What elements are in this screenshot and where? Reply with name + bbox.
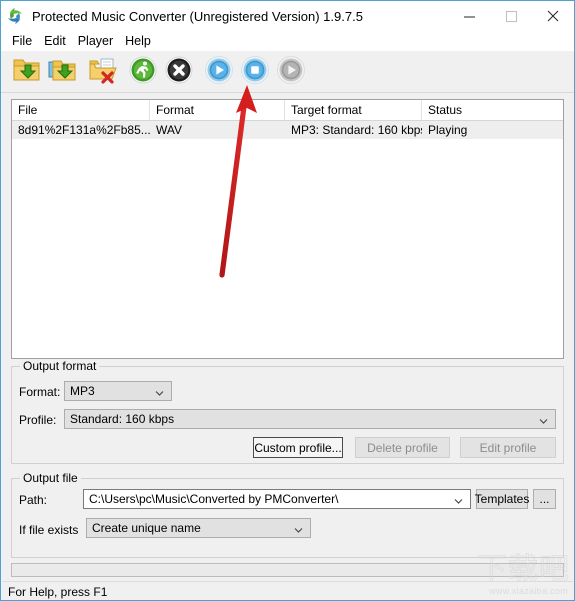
browse-path-button[interactable]: ... [533,489,556,509]
column-header-status[interactable]: Status [422,100,563,120]
if-file-exists-label: If file exists [19,523,79,537]
stop-playback-button[interactable] [237,55,273,89]
custom-profile-button[interactable]: Custom profile... [253,437,343,458]
play-icon [204,55,234,88]
remove-files-icon [88,56,118,87]
menu-item-player[interactable]: Player [75,32,122,50]
play-disabled-icon [276,55,306,88]
remove-files-button[interactable] [85,55,121,89]
stop-playback-icon [240,55,270,88]
column-header-format[interactable]: Format [150,100,285,120]
format-combo-value: MP3 [70,384,95,398]
if-file-exists-value: Create unique name [92,521,201,535]
file-list-header: File Format Target format Status [12,100,563,121]
chevron-down-icon [294,524,303,533]
status-bar: For Help, press F1 [2,581,573,600]
window-controls [448,1,574,31]
cell-target-format: MP3: Standard: 160 kbps [291,123,422,137]
templates-button[interactable]: Templates [475,489,529,509]
start-conversion-button[interactable] [125,55,161,89]
column-header-target-format[interactable]: Target format [285,100,422,120]
title-bar: Protected Music Converter (Unregistered … [1,1,574,31]
cell-format: WAV [156,123,182,137]
path-combo[interactable]: C:\Users\pc\Music\Converted by PMConvert… [83,489,471,509]
play-button[interactable] [201,55,237,89]
add-folder-button[interactable] [45,55,81,89]
chevron-down-icon [155,387,164,396]
menu-item-edit[interactable]: Edit [41,32,75,50]
app-swirl-icon [6,7,24,25]
close-button[interactable] [532,1,574,31]
cell-file: 8d91%2F131a%2Fb85... [18,123,150,137]
toolbar [1,51,574,93]
if-file-exists-combo[interactable]: Create unique name [86,518,311,538]
play-disabled-button [273,55,309,89]
add-files-button[interactable] [9,55,45,89]
profile-label: Profile: [19,413,57,427]
cell-status: Playing [428,123,468,137]
window-title: Protected Music Converter (Unregistered … [32,8,363,24]
format-combo[interactable]: MP3 [64,381,172,401]
profile-combo-value: Standard: 160 kbps [70,412,175,426]
minimize-button[interactable] [448,1,490,31]
chevron-down-icon[interactable] [454,495,463,504]
output-format-group-title: Output format [20,359,100,373]
edit-profile-button: Edit profile [460,437,556,458]
menu-item-help[interactable]: Help [122,32,160,50]
stop-conversion-button[interactable] [161,55,197,89]
maximize-button[interactable] [490,1,532,31]
delete-profile-button: Delete profile [355,437,450,458]
start-conversion-icon [128,55,158,88]
status-bar-text: For Help, press F1 [8,584,108,599]
profile-combo[interactable]: Standard: 160 kbps [64,409,556,429]
menu-item-file[interactable]: File [9,32,41,50]
file-list[interactable]: File Format Target format Status 8d91%2F… [11,99,564,359]
output-file-group-title: Output file [20,471,81,485]
path-label: Path: [19,493,48,507]
conversion-progress-bar [11,563,564,577]
chevron-down-icon [539,415,548,424]
column-header-file[interactable]: File [12,100,150,120]
table-row[interactable]: 8d91%2F131a%2Fb85... WAV MP3: Standard: … [12,121,563,139]
stop-conversion-icon [164,55,194,88]
format-label: Format: [19,385,61,399]
menu-bar: File Edit Player Help [1,31,574,51]
application-window: Protected Music Converter (Unregistered … [0,0,575,601]
add-folder-icon [48,56,78,87]
path-combo-value: C:\Users\pc\Music\Converted by PMConvert… [89,492,339,506]
add-files-icon [12,56,42,87]
